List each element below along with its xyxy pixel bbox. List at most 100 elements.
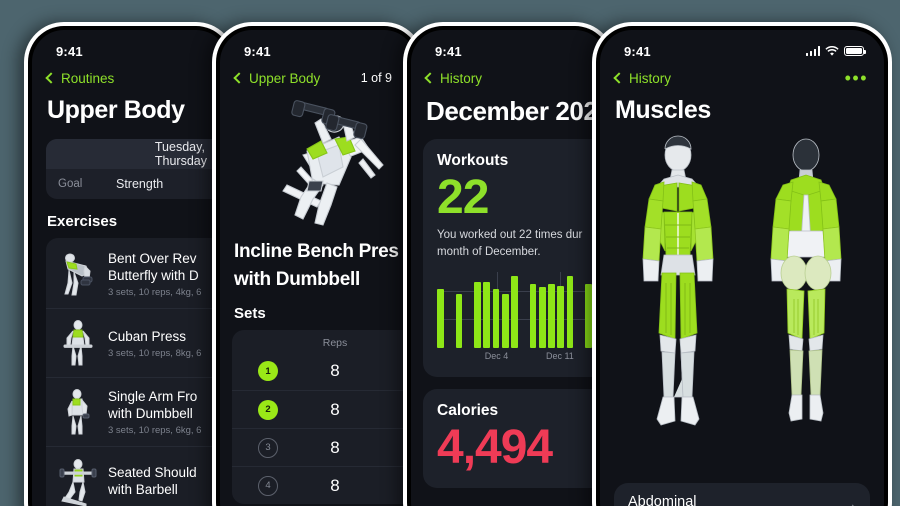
list-item[interactable]: Single Arm Fro with Dumbbell 3 sets, 10 … xyxy=(46,377,228,446)
set-number-badge[interactable]: 4 xyxy=(258,475,278,496)
exercise-name-line2: Butterfly with D xyxy=(108,268,199,283)
chart-bar xyxy=(455,294,463,348)
calories-value: 4,494 xyxy=(437,421,553,474)
goal-key: Goal xyxy=(58,178,83,190)
schedule-row: Tuesday, Thursday xyxy=(46,139,228,169)
exercise-text: Bent Over Rev Butterfly with D 3 sets, 1… xyxy=(108,250,201,298)
workouts-description-line2: month of December. xyxy=(437,246,541,258)
muscle-group-text: Abdominal Plank, Crunch with Legs Raised xyxy=(628,494,784,506)
chevron-left-icon xyxy=(45,72,57,84)
chart-bar xyxy=(511,276,518,348)
exercise-detail: 3 sets, 10 reps, 6kg, 6 xyxy=(108,425,202,436)
workouts-heading: Workouts xyxy=(437,152,509,169)
back-button-history[interactable]: History xyxy=(424,71,482,86)
table-row[interactable]: 3 8 xyxy=(232,428,416,466)
page-title: December 2022 xyxy=(426,96,607,126)
exercise-thumbnail-icon xyxy=(56,249,100,299)
chart-bar xyxy=(483,281,490,348)
exercise-name-line1: Cuban Press xyxy=(108,328,187,344)
history-screen: 9:41 History December 2022 Workouts 22 Y… xyxy=(411,30,607,506)
muscle-diagram xyxy=(600,125,884,437)
phone-routine: 9:41 Routines Upper Body Tuesday, Thursd… xyxy=(24,22,236,506)
page-title: Upper Body xyxy=(47,96,185,124)
table-row[interactable]: 2 8 xyxy=(232,390,416,428)
goal-value: Strength xyxy=(116,177,164,191)
nav-bar: Routines xyxy=(32,64,228,90)
reps-value[interactable]: 8 xyxy=(304,476,366,496)
exercise-name-line2: with Dumbbell xyxy=(108,406,193,421)
exercises-heading: Exercises xyxy=(47,213,118,230)
status-bar: 9:41 xyxy=(600,30,884,64)
exercise-name-line2: with Barbell xyxy=(108,482,178,497)
back-button-routines[interactable]: Routines xyxy=(45,71,114,86)
table-row[interactable]: 1 8 xyxy=(232,352,416,390)
chart-tick-label: Dec 4 xyxy=(484,351,509,361)
list-item[interactable]: Cuban Press 3 sets, 10 reps, 8kg, 6 xyxy=(46,308,228,377)
chart-tick-label: Dec 11 xyxy=(545,351,574,361)
exercise-counter: 1 of 9 xyxy=(360,71,392,85)
muscle-group-item[interactable]: Abdominal Plank, Crunch with Legs Raised xyxy=(614,483,870,506)
body-back-icon[interactable] xyxy=(747,133,865,437)
status-icons xyxy=(805,45,866,57)
status-bar: 9:41 xyxy=(411,30,607,64)
chart-bar xyxy=(492,288,500,348)
phone-exercise: 9:41 Upper Body 1 of 9 Incline Bench Pre… xyxy=(212,22,424,506)
nav-bar: Upper Body 1 of 9 xyxy=(220,64,416,90)
chart-bar xyxy=(548,284,555,348)
exercise-name-line1: Seated Should xyxy=(108,465,197,480)
status-bar: 9:41 xyxy=(220,30,416,64)
chevron-left-icon xyxy=(233,72,245,84)
chart-bar xyxy=(474,281,481,348)
status-time: 9:41 xyxy=(244,43,271,59)
list-item[interactable]: Bent Over Rev Butterfly with D 3 sets, 1… xyxy=(46,240,228,308)
set-number-badge[interactable]: 2 xyxy=(258,399,278,420)
more-options-icon[interactable]: ••• xyxy=(845,69,868,87)
chart-bar xyxy=(501,294,509,348)
chart-bar xyxy=(538,287,546,348)
table-row[interactable]: 4 8 xyxy=(232,466,416,504)
chart-bar xyxy=(566,276,574,348)
chevron-left-icon xyxy=(613,72,625,84)
exercise-title-line1: Incline Bench Pres xyxy=(234,241,399,262)
exercise-detail: 3 sets, 10 reps, 4kg, 6 xyxy=(108,287,202,298)
exercise-text: Cuban Press 3 sets, 10 reps, 8kg, 6 xyxy=(108,328,201,359)
exercise-title-line2: with Dumbbell xyxy=(234,269,360,290)
screenshot-stage: 9:41 Routines Upper Body Tuesday, Thursd… xyxy=(0,0,900,506)
phone-bezel: 9:41 History December 2022 Workouts 22 Y… xyxy=(407,26,611,506)
phone-muscles: 9:41 History ••• Muscles Abdominal xyxy=(592,22,892,506)
reps-value[interactable]: 8 xyxy=(304,400,366,420)
exercise-illustration xyxy=(220,90,416,236)
exercise-name-line1: Bent Over Rev xyxy=(108,251,197,266)
workouts-bar-chart xyxy=(437,272,607,348)
body-front-icon[interactable] xyxy=(619,133,737,437)
set-number-badge[interactable]: 3 xyxy=(258,437,278,458)
phone-bezel: 9:41 Upper Body 1 of 9 Incline Bench Pre… xyxy=(216,26,420,506)
muscle-group-name: Abdominal xyxy=(628,494,697,506)
phone-history: 9:41 History December 2022 Workouts 22 Y… xyxy=(403,22,615,506)
phone-bezel: 9:41 History ••• Muscles Abdominal xyxy=(596,26,888,506)
routine-info-card: Tuesday, Thursday Goal Strength xyxy=(46,139,228,199)
exercise-detail: 3 sets, 10 reps, 8kg, 6 xyxy=(108,347,202,359)
exercise-thumbnail-icon xyxy=(56,318,100,368)
status-time: 9:41 xyxy=(624,43,651,59)
reps-value[interactable]: 8 xyxy=(304,438,366,458)
back-button-upper-body[interactable]: Upper Body xyxy=(233,71,320,86)
status-time: 9:41 xyxy=(56,43,83,59)
exercise-thumbnail-icon xyxy=(56,456,100,506)
reps-value[interactable]: 8 xyxy=(304,361,366,381)
chart-x-axis-labels: Dec 4Dec 11Dec 18 xyxy=(437,351,607,365)
nav-bar: History ••• xyxy=(600,64,884,90)
back-label: History xyxy=(629,70,672,86)
phone-bezel: 9:41 Routines Upper Body Tuesday, Thursd… xyxy=(28,26,232,506)
sets-heading: Sets xyxy=(234,305,266,322)
nav-bar: History xyxy=(411,64,607,90)
back-button-history[interactable]: History xyxy=(613,70,672,86)
chart-bar xyxy=(585,283,592,348)
chart-bar xyxy=(437,288,444,348)
sets-table: Reps 1 8 2 8 3 8 4 8 xyxy=(232,330,416,504)
list-item[interactable]: Seated Should with Barbell xyxy=(46,446,228,506)
routine-screen: 9:41 Routines Upper Body Tuesday, Thursd… xyxy=(32,30,228,506)
table-header-row: Reps xyxy=(232,330,416,352)
set-number-badge[interactable]: 1 xyxy=(258,361,278,381)
exercise-text: Seated Should with Barbell xyxy=(108,464,197,498)
